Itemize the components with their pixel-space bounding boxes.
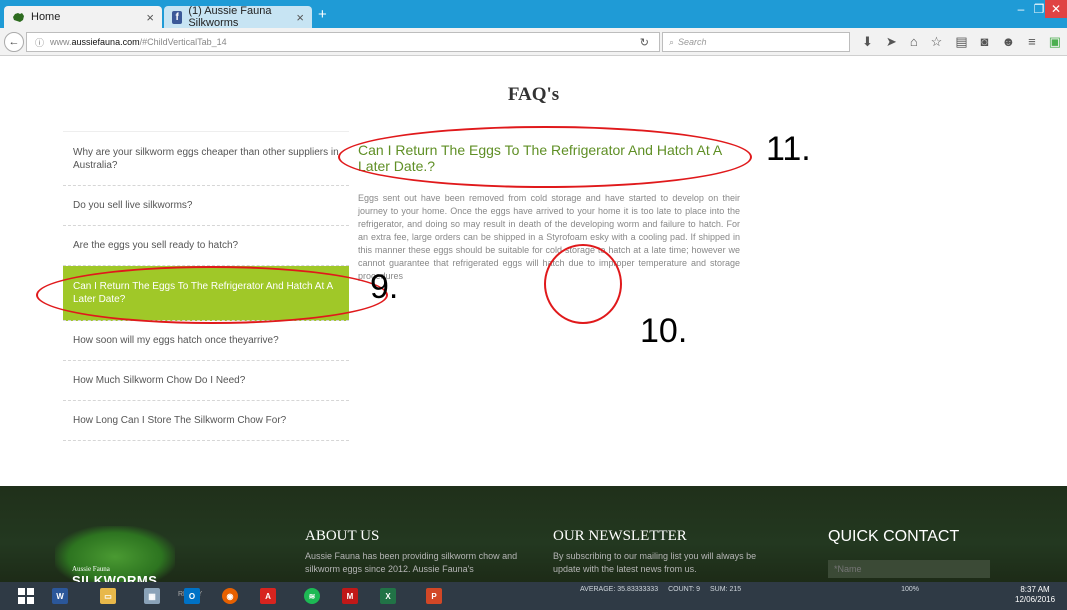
name-field[interactable]	[828, 560, 990, 578]
search-icon: ⌕	[669, 36, 675, 47]
windows-logo-icon	[18, 588, 34, 604]
emoji-icon[interactable]: ☻	[1001, 34, 1015, 50]
home-icon[interactable]: ⌂	[910, 34, 918, 50]
annotation-number-9: 9.	[370, 268, 399, 306]
word-icon: W	[52, 588, 68, 604]
status-sum: SUM: 215	[710, 586, 742, 593]
tab-title: Home	[31, 11, 61, 23]
bookmark-star-icon[interactable]: ☆	[931, 34, 943, 50]
folder-icon: ▭	[100, 588, 116, 604]
reload-icon[interactable]: ↻	[640, 36, 659, 49]
file-explorer-app[interactable]: ▭	[88, 585, 128, 607]
close-window-button[interactable]: ✕	[1045, 0, 1067, 18]
firefox-app[interactable]: ◉	[210, 585, 250, 607]
spotify-app[interactable]: ≋	[292, 585, 332, 607]
calculator-app[interactable]: ▦	[132, 585, 172, 607]
close-tab-icon[interactable]: ×	[146, 10, 154, 25]
browser-window: Home × f (1) Aussie Fauna Silkworms × + …	[0, 0, 1067, 610]
menu-icon[interactable]: ≡	[1028, 34, 1036, 50]
url-domain: aussiefauna.com	[71, 37, 140, 47]
tab-title: (1) Aussie Fauna Silkworms	[188, 5, 272, 29]
navigation-bar: ← ⓘ www. aussiefauna.com/#ChildVerticalTa…	[0, 28, 1067, 56]
mcafee-app[interactable]: M	[330, 585, 370, 607]
tab-strip: Home × f (1) Aussie Fauna Silkworms × + …	[0, 0, 1067, 29]
faq-item[interactable]: How Much Silkworm Chow Do I Need?	[63, 361, 349, 401]
outlook-icon: O	[184, 588, 200, 604]
about-heading: ABOUT US	[305, 528, 380, 544]
contact-heading: QUICK CONTACT	[828, 528, 960, 545]
excel-app[interactable]: X	[368, 585, 408, 607]
url-prefix: www.	[50, 37, 72, 47]
faq-item[interactable]: Are the eggs you sell ready to hatch?	[63, 226, 349, 266]
calculator-icon: ▦	[144, 588, 160, 604]
downloads-icon[interactable]: ⬇	[862, 34, 873, 50]
clock-time: 8:37 AM	[1020, 585, 1050, 594]
excel-icon: X	[380, 588, 396, 604]
site-footer: Aussie Fauna SILKWORMS ABOUT US Aussie F…	[0, 486, 1067, 588]
logo-text-small: Aussie Fauna	[72, 565, 110, 573]
back-button[interactable]: ←	[4, 32, 24, 52]
faq-item[interactable]: How Long Can I Store The Silkworm Chow F…	[63, 401, 349, 441]
search-input[interactable]: ⌕ Search	[662, 32, 850, 52]
page-title: FAQ's	[507, 84, 560, 105]
powerpoint-icon: P	[426, 588, 442, 604]
page-content: FAQ's Why are your silkworm eggs cheaper…	[0, 56, 1067, 486]
tab-facebook[interactable]: f (1) Aussie Fauna Silkworms ×	[164, 5, 312, 29]
search-placeholder: Search	[678, 37, 707, 47]
pocket-icon[interactable]: ◙	[981, 34, 989, 50]
status-average: AVERAGE: 35.83333333	[580, 586, 659, 593]
reading-list-icon[interactable]: ▤	[955, 34, 967, 50]
send-icon[interactable]: ➤	[886, 34, 897, 50]
outlook-app[interactable]: O	[172, 585, 212, 607]
annotation-number-11: 11.	[766, 130, 811, 168]
acrobat-icon: A	[260, 588, 276, 604]
annotation-number-10: 10.	[640, 312, 688, 350]
toolbar-icons: ⬇ ➤ ⌂ ☆ ▤ ◙ ☻ ≡ ▣	[862, 34, 1061, 50]
newsletter-heading: OUR NEWSLETTER	[553, 528, 687, 544]
spotify-icon: ≋	[304, 588, 320, 604]
status-count: COUNT: 9	[668, 586, 700, 593]
annotation-oval-10	[544, 244, 622, 324]
powerpoint-app[interactable]: P	[414, 585, 454, 607]
excel-status-bar: AVERAGE: 35.83333333 COUNT: 9 SUM: 215 1…	[580, 586, 919, 593]
taskbar: W ▭ ▦ READY O ◉ A ≋ M X P AVERAGE: 35.83…	[0, 582, 1067, 610]
extension-icon[interactable]: ▣	[1049, 34, 1061, 50]
about-text: Aussie Fauna has been providing silkworm…	[305, 551, 518, 575]
clock-date: 12/06/2016	[1015, 594, 1056, 604]
annotation-oval-9	[36, 266, 388, 324]
acrobat-app[interactable]: A	[248, 585, 288, 607]
word-app[interactable]: W	[40, 585, 80, 607]
zoom-level: 100%	[901, 586, 920, 593]
aussie-map-icon	[12, 11, 25, 24]
faq-item[interactable]: Why are your silkworm eggs cheaper than …	[63, 131, 349, 186]
facebook-icon: f	[172, 10, 183, 24]
new-tab-button[interactable]: +	[318, 6, 327, 23]
mcafee-icon: M	[342, 588, 358, 604]
close-tab-icon[interactable]: ×	[296, 10, 304, 25]
tab-home[interactable]: Home ×	[4, 6, 162, 28]
faq-item[interactable]: Do you sell live silkworms?	[63, 186, 349, 226]
info-icon[interactable]: ⓘ	[35, 36, 44, 49]
annotation-oval-11	[338, 126, 752, 188]
faq-item[interactable]: How soon will my eggs hatch once theyarr…	[63, 321, 349, 361]
address-bar[interactable]: ⓘ www. aussiefauna.com/#ChildVerticalTab_…	[26, 32, 660, 52]
newsletter-text: By subscribing to our mailing list you w…	[553, 551, 757, 575]
url-path: /#ChildVerticalTab_14	[139, 37, 227, 47]
system-clock[interactable]: 8:37 AM 12/06/2016	[1015, 585, 1055, 604]
firefox-icon: ◉	[222, 588, 238, 604]
